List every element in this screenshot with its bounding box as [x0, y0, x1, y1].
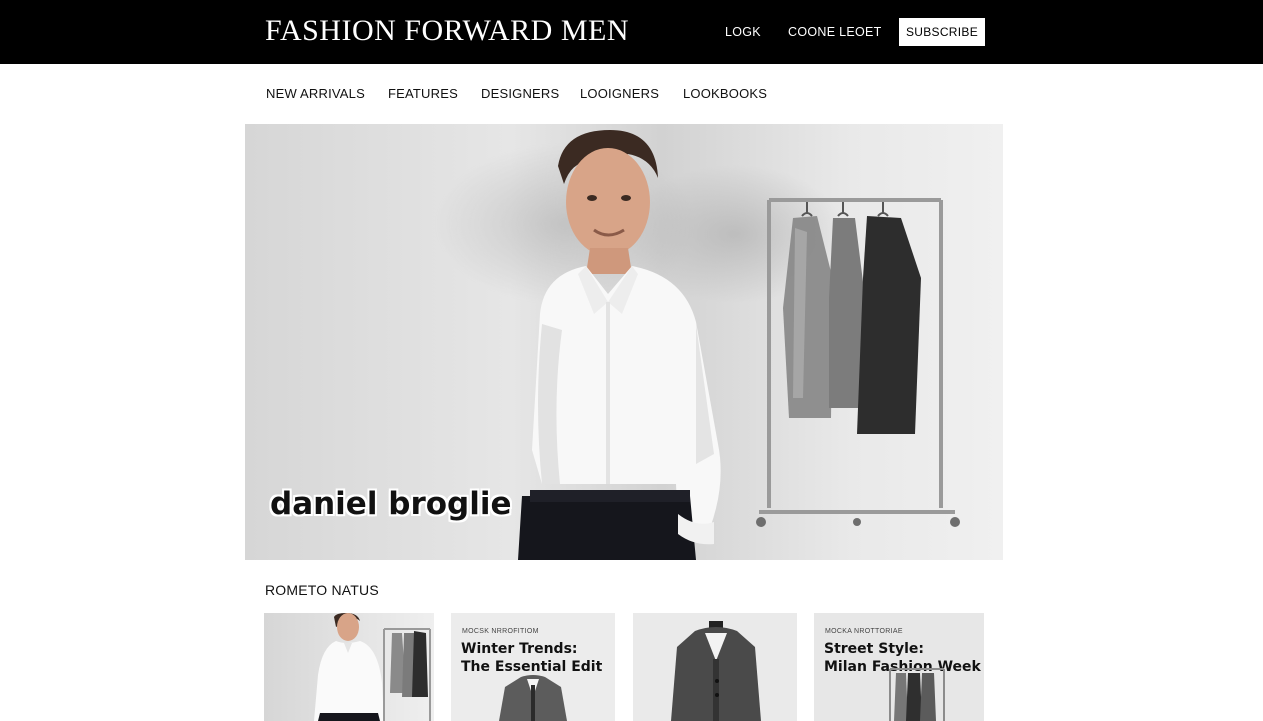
subscribe-button[interactable]: SUBSCRIBE: [899, 18, 985, 46]
nav-item-designers[interactable]: DESIGNERS: [481, 86, 559, 101]
article-card-2[interactable]: MOCSK NRROFITIOM Winter Trends: The Esse…: [451, 613, 615, 721]
blazer-icon: [671, 621, 761, 721]
header-link-2[interactable]: COONE LEOET: [788, 25, 882, 39]
hero-feature[interactable]: daniel broglie: [245, 124, 1003, 560]
card-kicker: MOCSK NRROFITIOM: [462, 628, 539, 635]
site-logo[interactable]: FASHION FORWARD MEN: [265, 14, 629, 48]
nav-item-new-arrivals[interactable]: NEW ARRIVALS: [266, 86, 365, 101]
article-card-4[interactable]: MOCKA NROTTORIAE Street Style: Milan Fas…: [814, 613, 984, 721]
hero-caption: daniel broglie: [270, 486, 512, 522]
login-link[interactable]: LOGK: [725, 25, 761, 39]
card-kicker: MOCKA NROTTORIAE: [825, 628, 903, 635]
article-card-1[interactable]: [264, 613, 434, 721]
top-header: FASHION FORWARD MEN LOGK COONE LEOET SUB…: [0, 0, 1263, 64]
nav-item-lookbooks[interactable]: LOOKBOOKS: [683, 86, 767, 101]
nav-item-features[interactable]: FEATURES: [388, 86, 458, 101]
section-title: ROMETO NATUS: [265, 582, 379, 598]
nav-item-looigners[interactable]: LOOIGNERS: [580, 86, 659, 101]
street-style-rack-icon: [889, 668, 945, 721]
article-card-3[interactable]: [633, 613, 797, 721]
model-photo-icon: [518, 130, 721, 560]
main-nav: NEW ARRIVALS FEATURES DESIGNERS LOOIGNER…: [0, 64, 1263, 122]
jacket-icon: [499, 675, 567, 721]
card-title: Winter Trends: The Essential Edit: [461, 641, 603, 675]
model-thumbnail-icon: [314, 613, 431, 721]
